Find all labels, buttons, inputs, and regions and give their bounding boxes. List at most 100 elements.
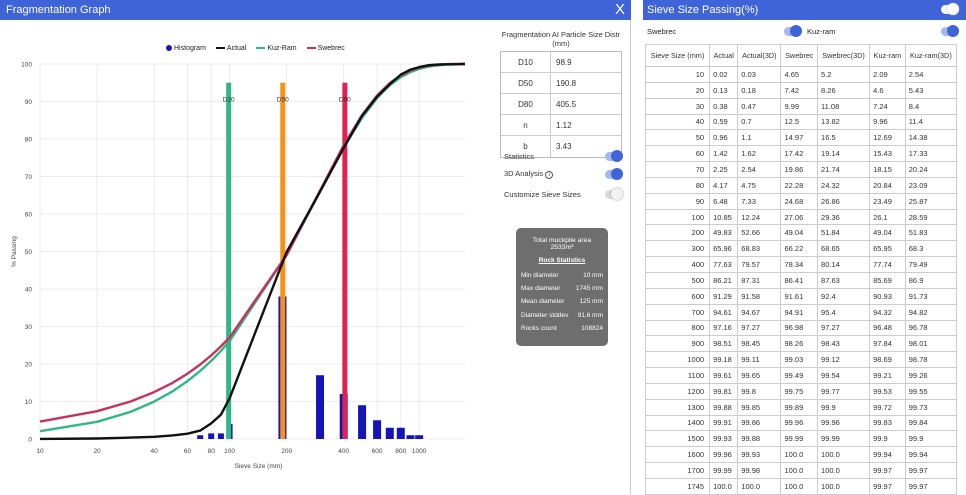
passing-cell: 94.61 — [709, 303, 739, 321]
stat-value: 108824 — [581, 324, 603, 332]
passing-cell: 99.9 — [817, 398, 871, 416]
sieve-size-cell: 10 — [644, 66, 711, 83]
passing-cell: 99.53 — [869, 382, 906, 400]
customize-option: Customize Sieve Sizes — [504, 187, 623, 201]
passing-cell: 18.15 — [869, 161, 906, 178]
x-tick-label: 60 — [184, 448, 192, 455]
passing-cell: 28.59 — [904, 208, 958, 226]
passing-cell: 99.97 — [904, 477, 958, 495]
passing-cell: 99.9 — [904, 430, 958, 448]
passing-cell: 97.16 — [709, 319, 739, 337]
kuzram-toggle[interactable] — [941, 25, 959, 37]
sieve-table-row: 500 86.21 87.31 86.41 87.63 85.69 86.9 — [644, 271, 958, 289]
passing-cell: 80.14 — [817, 256, 871, 273]
passing-cell: 94.82 — [904, 303, 958, 321]
passing-cell: 11.08 — [817, 97, 871, 115]
passing-cell: 12.69 — [869, 129, 906, 147]
passing-cell: 5.43 — [904, 81, 958, 99]
sieve-size-cell: 400 — [644, 256, 711, 273]
passing-cell: 0.47 — [737, 97, 782, 115]
distribution-panel: Fragmentation AI Particle Size Distr (mm… — [500, 30, 622, 158]
passing-cell: 99.11 — [737, 351, 782, 369]
passing-cell: 100.0 — [780, 477, 819, 495]
sieve-table-row: 1000 99.18 99.11 99.03 99.12 98.69 98.78 — [644, 351, 958, 369]
passing-cell: 23.09 — [904, 176, 958, 194]
passing-cell: 26.86 — [817, 192, 871, 210]
passing-cell: 1.62 — [737, 145, 782, 163]
analysis3d-option: 3D Analysis i — [504, 167, 623, 181]
passing-cell: 51.84 — [817, 224, 871, 242]
sieve-panel-toggle[interactable] — [941, 3, 959, 15]
analysis3d-toggle[interactable] — [605, 167, 623, 180]
passing-cell: 96.78 — [904, 319, 958, 337]
passing-cell: 100.0 — [817, 477, 871, 495]
x-tick-label: 10 — [36, 448, 44, 455]
passing-cell: 98.69 — [869, 351, 906, 369]
sieve-size-cell: 90 — [644, 192, 711, 210]
x-tick-label: 400 — [338, 448, 349, 455]
passing-cell: 100.0 — [817, 446, 871, 464]
passing-cell: 1.1 — [737, 129, 782, 147]
sieve-size-cell: 100 — [644, 208, 711, 226]
sieve-table-row: 200 49.83 52.66 49.04 51.84 49.04 51.83 — [644, 224, 958, 242]
sieve-table-row: 90 6.48 7.33 24.68 26.86 23.49 25.87 — [644, 192, 958, 210]
marker-bar-d10 — [226, 82, 232, 439]
passing-cell: 4.65 — [780, 66, 819, 83]
passing-cell: 0.59 — [709, 113, 739, 131]
histogram-bar — [385, 427, 394, 439]
sieve-size-cell: 700 — [644, 303, 711, 321]
passing-cell: 95.4 — [817, 303, 871, 321]
passing-cell: 91.73 — [904, 287, 958, 305]
passing-cell: 99.96 — [780, 414, 819, 432]
swebrec-toggle[interactable] — [784, 25, 802, 37]
passing-cell: 99.97 — [904, 462, 958, 479]
passing-cell: 66.22 — [780, 240, 819, 258]
rock-statistics-heading: Rock Statistics — [538, 257, 586, 264]
passing-cell: 19.14 — [817, 145, 871, 163]
passing-cell: 20.24 — [904, 161, 958, 178]
stat-row: Mean diameter 125 mm — [521, 295, 603, 308]
sieve-size-cell: 40 — [644, 113, 711, 131]
passing-cell: 91.61 — [780, 287, 819, 305]
sieve-size-cell: 800 — [644, 319, 711, 337]
passing-cell: 99.93 — [737, 446, 782, 464]
passing-cell: 99.61 — [709, 367, 739, 384]
x-tick-label: 800 — [395, 448, 406, 455]
passing-cell: 99.12 — [817, 351, 871, 369]
x-axis-label: Sieve Size (mm) — [235, 463, 283, 470]
distribution-value: 1.12 — [556, 120, 572, 130]
stat-label: Mean diameter — [521, 298, 565, 306]
passing-cell: 2.25 — [709, 161, 739, 178]
passing-cell: 0.38 — [709, 97, 739, 115]
passing-cell: 97.84 — [869, 335, 906, 353]
statistics-toggle[interactable] — [605, 149, 623, 162]
passing-cell: 68.83 — [737, 240, 782, 258]
customize-toggle[interactable] — [605, 187, 623, 200]
y-tick-label: 90 — [25, 99, 33, 106]
marker-label-d50: D50 — [277, 97, 289, 104]
y-tick-label: 40 — [25, 287, 33, 294]
passing-cell: 13.82 — [817, 113, 871, 131]
passing-cell: 17.42 — [780, 145, 819, 163]
passing-cell: 99.91 — [709, 414, 739, 432]
sieve-table-row: 30 0.38 0.47 9.99 11.08 7.24 8.4 — [644, 97, 958, 115]
passing-cell: 100.0 — [817, 462, 871, 479]
info-icon[interactable]: i — [545, 171, 554, 179]
passing-cell: 0.7 — [737, 113, 782, 131]
passing-cell: 65.95 — [869, 240, 906, 258]
passing-cell: 99.55 — [904, 382, 958, 400]
series-line-swebrec — [39, 62, 465, 423]
stat-label: Diameter stddev — [521, 311, 569, 319]
close-icon[interactable]: X — [615, 0, 625, 20]
passing-cell: 99.8 — [737, 382, 782, 400]
histogram-bar — [406, 435, 415, 439]
passing-cell: 94.91 — [780, 303, 819, 321]
histogram-bar — [396, 427, 405, 439]
stat-value: 91.6 mm — [577, 311, 603, 319]
passing-cell: 94.67 — [737, 303, 782, 321]
passing-cell: 100.0 — [780, 462, 819, 479]
histogram-bar — [208, 433, 215, 439]
y-tick-label: 10 — [25, 399, 33, 406]
distribution-table: D10 98.9 D50 190.8 D80 405.5 n 1.12 b 3.43 — [500, 51, 622, 158]
sieve-table-row: 40 0.59 0.7 12.5 13.82 9.96 11.4 — [644, 113, 958, 131]
